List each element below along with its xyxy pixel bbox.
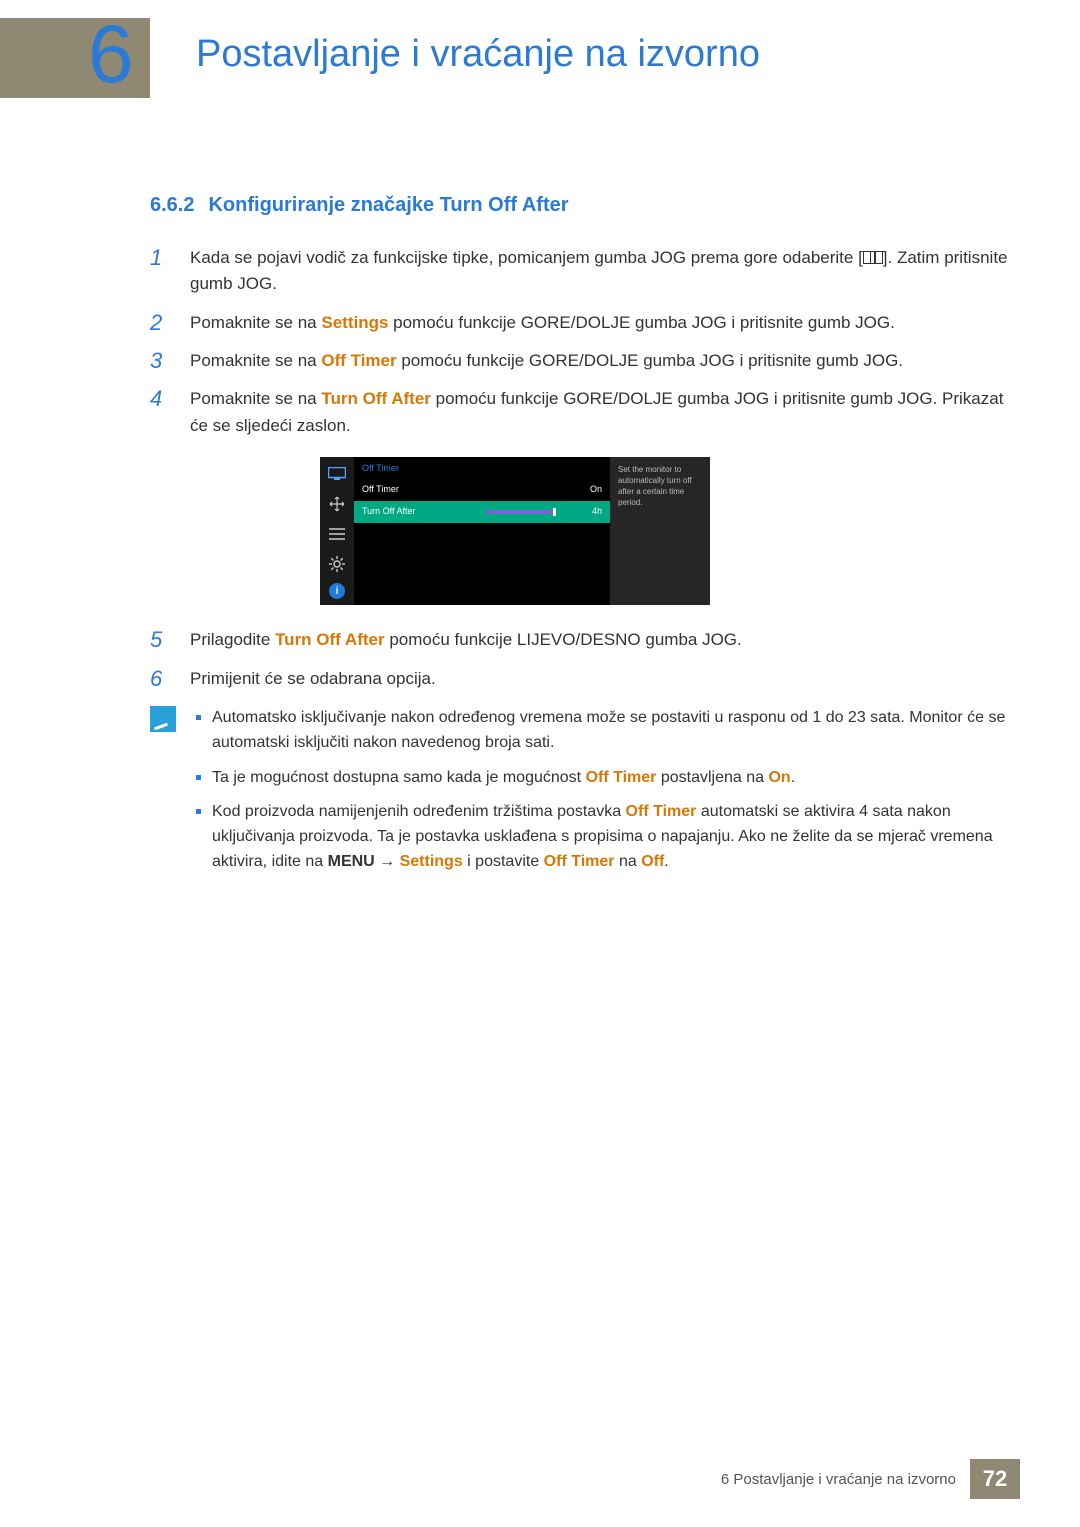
note-item: Kod proizvoda namijenjenih određenim trž… bbox=[192, 800, 1010, 874]
chapter-number: 6 bbox=[88, 8, 134, 102]
osd-main: Off Timer Off Timer On Turn Off After 4h bbox=[354, 457, 610, 605]
note-block: Automatsko isključivanje nakon određenog… bbox=[150, 706, 1010, 885]
osd-row-label: Off Timer bbox=[362, 483, 562, 497]
page-footer: 6 Postavljanje i vraćanje na izvorno 72 bbox=[721, 1459, 1020, 1499]
osd-row-turn-off-after: Turn Off After 4h bbox=[354, 501, 610, 523]
hl-off-timer: Off Timer bbox=[321, 351, 396, 370]
osd-row-value: 4h bbox=[562, 505, 602, 519]
step-number: 2 bbox=[150, 310, 190, 336]
step-4: 4 Pomaknite se na Turn Off After pomoću … bbox=[150, 386, 1010, 439]
step-number: 4 bbox=[150, 386, 190, 412]
monitor-icon bbox=[326, 463, 348, 485]
step-2: 2 Pomaknite se na Settings pomoću funkci… bbox=[150, 310, 1010, 336]
steps-list: 1 Kada se pojavi vodič za funkcijske tip… bbox=[150, 245, 1010, 439]
step-body: Pomaknite se na Settings pomoću funkcije… bbox=[190, 310, 1010, 336]
hl-turn-off-after: Turn Off After bbox=[321, 389, 431, 408]
info-icon: i bbox=[329, 583, 345, 599]
footer-chapter-ref: 6 Postavljanje i vraćanje na izvorno bbox=[721, 1471, 956, 1488]
menu-icon bbox=[863, 251, 883, 264]
section-heading: 6.6.2 Konfiguriranje značajke Turn Off Af… bbox=[150, 190, 1010, 221]
section-number: 6.6.2 bbox=[150, 194, 194, 216]
step-body: Prilagodite Turn Off After pomoću funkci… bbox=[190, 627, 1010, 653]
step-3: 3 Pomaknite se na Off Timer pomoću funkc… bbox=[150, 348, 1010, 374]
step-6: 6 Primijenit će se odabrana opcija. bbox=[150, 666, 1010, 692]
hl-settings: Settings bbox=[321, 313, 388, 332]
hl-on: On bbox=[768, 769, 790, 786]
hl-settings: Settings bbox=[400, 853, 463, 870]
step-number: 5 bbox=[150, 627, 190, 653]
osd-icon-bar: i bbox=[320, 457, 354, 605]
list-icon bbox=[326, 523, 348, 545]
step-5: 5 Prilagodite Turn Off After pomoću funk… bbox=[150, 627, 1010, 653]
osd-hint-panel: Set the monitor to automatically turn of… bbox=[610, 457, 710, 605]
page-header: 6 Postavljanje i vraćanje na izvorno bbox=[0, 0, 1080, 100]
osd-row-off-timer: Off Timer On bbox=[354, 479, 610, 501]
step-number: 3 bbox=[150, 348, 190, 374]
step-body: Pomaknite se na Turn Off After pomoću fu… bbox=[190, 386, 1010, 439]
hl-off-timer: Off Timer bbox=[626, 803, 697, 820]
note-item: Automatsko isključivanje nakon određenog… bbox=[192, 706, 1010, 756]
step-number: 6 bbox=[150, 666, 190, 692]
page-content: 6.6.2 Konfiguriranje značajke Turn Off Af… bbox=[150, 190, 1010, 885]
osd-panel: i Off Timer Off Timer On Turn Off After … bbox=[320, 457, 710, 605]
gear-icon bbox=[326, 553, 348, 575]
step-body: Kada se pojavi vodič za funkcijske tipke… bbox=[190, 245, 1010, 298]
steps-list-cont: 5 Prilagodite Turn Off After pomoću funk… bbox=[150, 627, 1010, 692]
osd-title: Off Timer bbox=[354, 457, 610, 479]
note-icon bbox=[150, 706, 176, 732]
hl-menu: MENU bbox=[328, 853, 375, 870]
hl-turn-off-after: Turn Off After bbox=[275, 630, 385, 649]
step-number: 1 bbox=[150, 245, 190, 271]
hl-off-timer: Off Timer bbox=[544, 853, 615, 870]
hl-off: Off bbox=[641, 853, 664, 870]
notes-list: Automatsko isključivanje nakon određenog… bbox=[192, 706, 1010, 885]
step-body: Pomaknite se na Off Timer pomoću funkcij… bbox=[190, 348, 1010, 374]
osd-row-value: On bbox=[562, 483, 602, 497]
move-icon bbox=[326, 493, 348, 515]
step-body: Primijenit će se odabrana opcija. bbox=[190, 666, 1010, 692]
note-item: Ta je mogućnost dostupna samo kada je mo… bbox=[192, 766, 1010, 791]
chapter-title: Postavljanje i vraćanje na izvorno bbox=[196, 33, 760, 76]
osd-row-label: Turn Off After bbox=[362, 505, 480, 519]
page-number: 72 bbox=[970, 1459, 1020, 1499]
osd-screenshot: i Off Timer Off Timer On Turn Off After … bbox=[320, 457, 1010, 605]
hl-off-timer: Off Timer bbox=[586, 769, 657, 786]
section-title: Konfiguriranje značajke Turn Off After bbox=[208, 194, 568, 216]
osd-slider bbox=[486, 510, 556, 514]
step-1: 1 Kada se pojavi vodič za funkcijske tip… bbox=[150, 245, 1010, 298]
